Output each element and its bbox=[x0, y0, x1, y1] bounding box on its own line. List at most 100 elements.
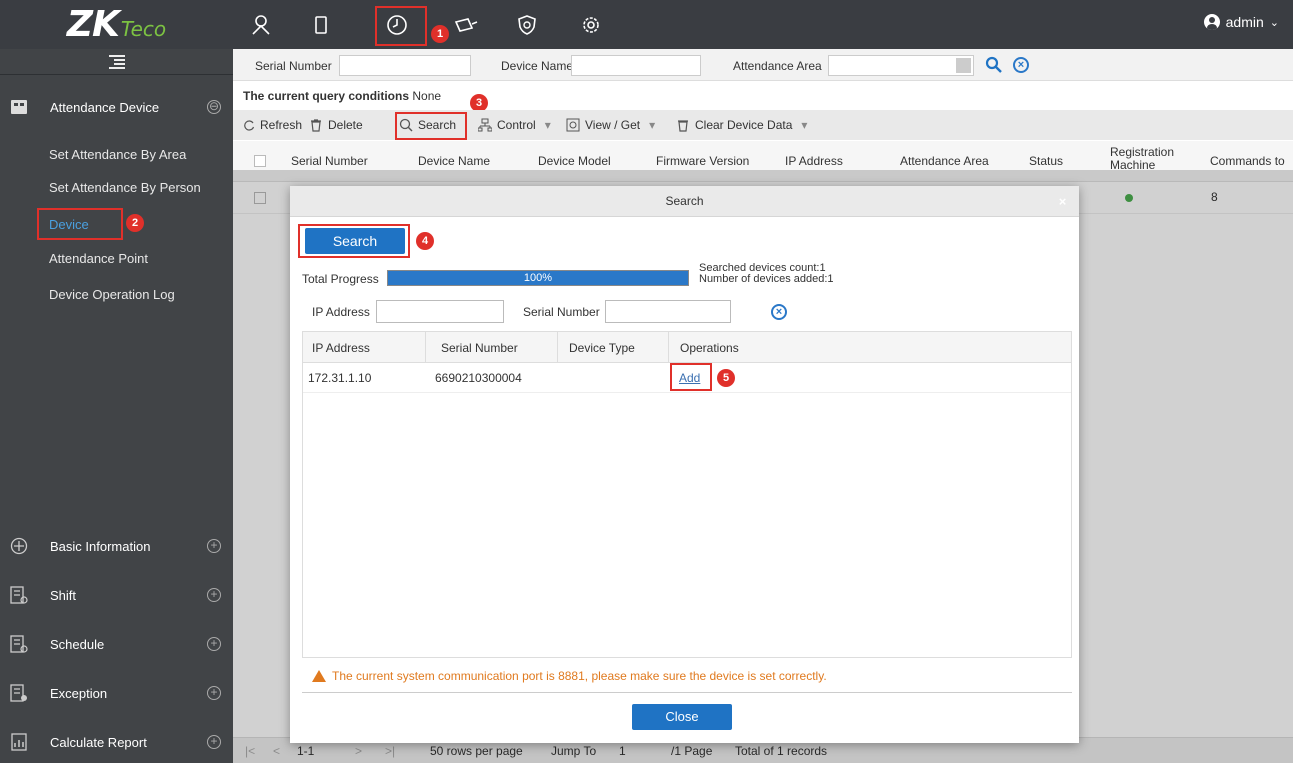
column-header[interactable]: Device Type bbox=[569, 341, 635, 355]
collapse-toggle-icon[interactable]: ⊖ bbox=[207, 100, 221, 114]
menu-collapse-icon bbox=[108, 54, 125, 69]
device-name-query-input[interactable] bbox=[571, 55, 701, 76]
clear-filter-icon[interactable]: × bbox=[771, 304, 787, 320]
column-header[interactable]: IP Address bbox=[785, 154, 843, 168]
basic-information-icon bbox=[10, 537, 28, 555]
sidebar-item-attendance-point[interactable]: Attendance Point bbox=[49, 251, 148, 266]
user-avatar-icon bbox=[1203, 14, 1220, 30]
user-menu[interactable]: admin ⌄ bbox=[1203, 14, 1279, 30]
access-icon[interactable] bbox=[304, 8, 338, 42]
column-header[interactable]: Operations bbox=[680, 341, 739, 355]
total-progress-label: Total Progress bbox=[302, 272, 379, 286]
dialog-divider bbox=[302, 692, 1072, 693]
ip-address-label: IP Address bbox=[312, 305, 370, 319]
attendance-area-select[interactable] bbox=[828, 55, 974, 76]
sidebar-group-schedule[interactable]: Schedule + bbox=[0, 624, 233, 664]
add-link-highlight bbox=[670, 363, 712, 391]
result-serial: 6690210300004 bbox=[435, 371, 522, 385]
column-header[interactable]: Attendance Area bbox=[900, 154, 989, 168]
dialog-search-button[interactable]: Search bbox=[305, 228, 405, 254]
sidebar-group-calculate-report[interactable]: Calculate Report + bbox=[0, 722, 233, 762]
step-badge-4: 4 bbox=[416, 232, 434, 250]
sidebar-group-exception[interactable]: Exception + bbox=[0, 673, 233, 713]
step-badge-5: 5 bbox=[717, 369, 735, 387]
user-menu-chevron-icon: ⌄ bbox=[1269, 16, 1279, 29]
sidebar-group-attendance-device[interactable]: Attendance Device ⊖ bbox=[0, 87, 233, 127]
chevron-down-icon: ▾ bbox=[649, 118, 656, 132]
serial-number-filter-input[interactable] bbox=[605, 300, 731, 323]
expand-toggle-icon[interactable]: + bbox=[207, 686, 221, 700]
query-bar: Serial Number Device Name Attendance Are… bbox=[233, 49, 1293, 81]
progress-text: 100% bbox=[523, 272, 553, 284]
sidebar-item-set-attendance-by-person[interactable]: Set Attendance By Person bbox=[49, 180, 201, 195]
dropdown-arrow-icon bbox=[956, 58, 971, 73]
expand-toggle-icon[interactable]: + bbox=[207, 735, 221, 749]
search-progress-bar: 100% bbox=[387, 270, 689, 286]
control-network-icon bbox=[478, 118, 492, 132]
column-header[interactable]: Serial Number bbox=[441, 341, 518, 355]
attendance-module-highlight bbox=[375, 6, 427, 46]
expand-toggle-icon[interactable]: + bbox=[207, 539, 221, 553]
serial-number-filter-label: Serial Number bbox=[523, 305, 600, 319]
personnel-icon[interactable] bbox=[244, 8, 278, 42]
port-warning: The current system communication port is… bbox=[312, 669, 827, 683]
clear-device-data-dropdown[interactable]: Clear Device Data ▾ bbox=[676, 118, 807, 132]
schedule-icon bbox=[10, 635, 28, 653]
expand-toggle-icon[interactable]: + bbox=[207, 637, 221, 651]
sidebar-collapse-button[interactable] bbox=[0, 49, 233, 75]
column-header[interactable]: Registration Machine bbox=[1110, 146, 1190, 172]
column-header[interactable]: Serial Number bbox=[291, 154, 368, 168]
video-icon[interactable] bbox=[448, 8, 482, 42]
sidebar-item-device-label: Device bbox=[49, 217, 89, 232]
exception-icon bbox=[10, 684, 27, 702]
attendance-device-icon bbox=[11, 100, 27, 114]
select-all-checkbox[interactable] bbox=[254, 155, 266, 167]
view-get-dropdown[interactable]: View / Get ▾ bbox=[566, 118, 655, 132]
column-header[interactable]: Device Model bbox=[538, 154, 611, 168]
calculate-report-icon bbox=[11, 733, 27, 751]
sidebar-item-set-attendance-by-area[interactable]: Set Attendance By Area bbox=[49, 147, 186, 162]
sidebar: Attendance Device ⊖ Set Attendance By Ar… bbox=[0, 49, 233, 763]
toolbar: Refresh Delete Search Control ▾ View / G… bbox=[233, 110, 1293, 140]
sidebar-group-basic-information[interactable]: Basic Information + bbox=[0, 526, 233, 566]
attendance-area-label: Attendance Area bbox=[733, 59, 822, 73]
chevron-down-icon: ▾ bbox=[801, 118, 808, 132]
query-conditions: The current query conditions None bbox=[243, 89, 442, 103]
user-name: admin bbox=[1225, 14, 1264, 30]
view-get-icon bbox=[566, 118, 580, 132]
column-header[interactable]: Firmware Version bbox=[656, 154, 749, 168]
search-icon[interactable] bbox=[985, 56, 1003, 74]
sidebar-item-device[interactable]: Device bbox=[37, 208, 123, 240]
top-bar: ZK Teco 1 admin ⌄ bbox=[0, 0, 1293, 49]
step-badge-1: 1 bbox=[431, 25, 449, 43]
dialog-close-button[interactable]: Close bbox=[632, 704, 732, 730]
warning-icon bbox=[312, 670, 326, 682]
search-stats: Searched devices count:1 Number of devic… bbox=[699, 262, 834, 285]
clear-query-icon[interactable]: × bbox=[1013, 57, 1029, 73]
column-header[interactable]: Device Name bbox=[418, 154, 490, 168]
column-header[interactable]: IP Address bbox=[312, 341, 370, 355]
expand-toggle-icon[interactable]: + bbox=[207, 588, 221, 602]
device-name-label: Device Name bbox=[501, 59, 574, 73]
delete-icon bbox=[311, 119, 321, 132]
result-ip: 172.31.1.10 bbox=[308, 371, 372, 385]
system-settings-gear-icon[interactable] bbox=[574, 8, 608, 42]
refresh-button[interactable]: Refresh bbox=[243, 118, 302, 132]
ip-address-filter-input[interactable] bbox=[376, 300, 504, 323]
chevron-down-icon: ▾ bbox=[544, 118, 551, 132]
column-header[interactable]: Commands to bbox=[1210, 154, 1285, 168]
security-shield-icon[interactable] bbox=[510, 8, 544, 42]
close-icon[interactable]: × bbox=[1056, 195, 1069, 208]
toolbar-search-highlight bbox=[395, 112, 467, 140]
sidebar-group-shift[interactable]: Shift + bbox=[0, 575, 233, 615]
step-badge-2: 2 bbox=[126, 214, 144, 232]
clear-data-icon bbox=[678, 120, 688, 132]
results-table-header: IP Address Serial Number Device Type Ope… bbox=[303, 332, 1071, 363]
sidebar-item-device-operation-log[interactable]: Device Operation Log bbox=[49, 287, 175, 302]
shift-icon bbox=[10, 586, 28, 604]
column-header[interactable]: Status bbox=[1029, 154, 1063, 168]
control-dropdown[interactable]: Control ▾ bbox=[478, 118, 551, 132]
delete-button[interactable]: Delete bbox=[309, 118, 363, 132]
serial-number-query-input[interactable] bbox=[339, 55, 471, 76]
serial-number-label: Serial Number bbox=[255, 59, 332, 73]
